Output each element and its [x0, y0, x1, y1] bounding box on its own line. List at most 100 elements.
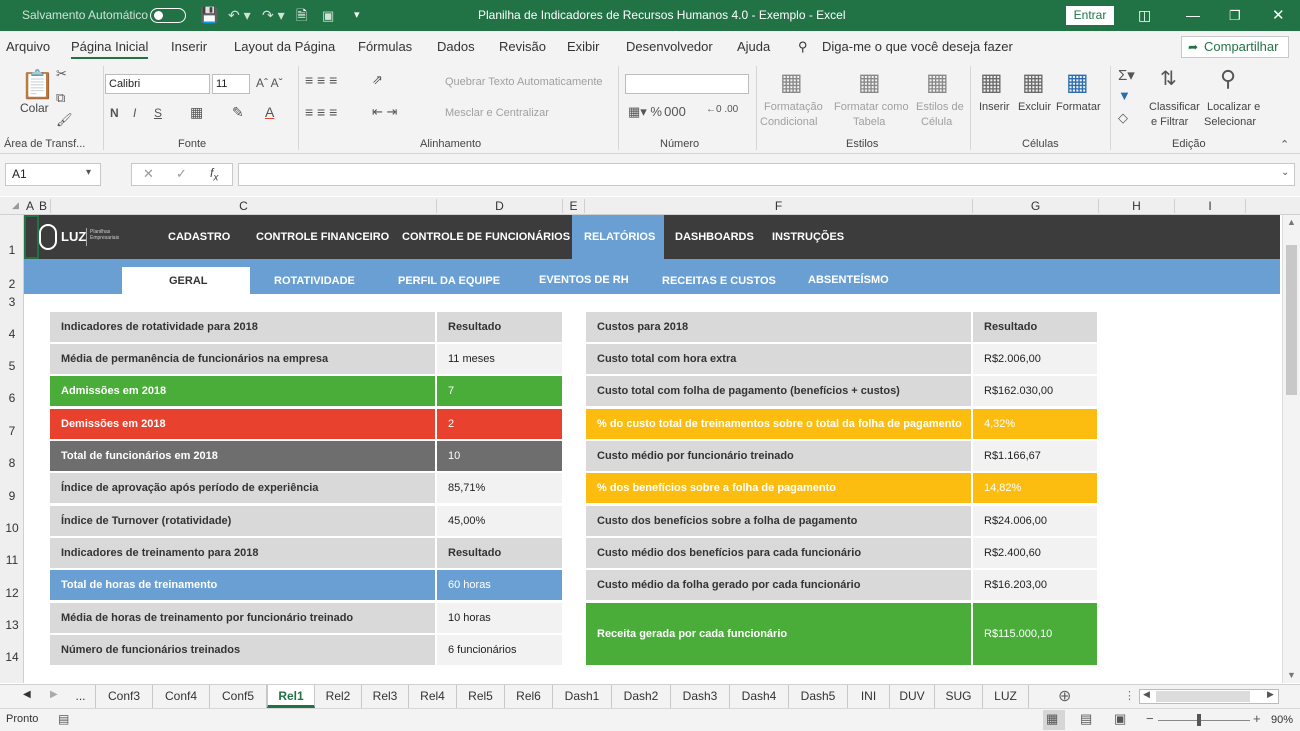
right-label[interactable]: Custo médio da folha gerado por cada fun… — [586, 570, 971, 600]
subnav-rotatividade[interactable]: ROTATIVIDADE — [274, 275, 355, 287]
right-label[interactable]: Receita gerada por cada funcionário — [586, 603, 971, 665]
sort-filter-icon[interactable]: ⇅ — [1160, 66, 1177, 91]
sheet-tab[interactable]: Rel2 — [315, 685, 362, 708]
sheet-tab[interactable]: Rel3 — [362, 685, 409, 708]
row-header[interactable]: 11 — [0, 553, 24, 567]
menu-exibir[interactable]: Exibir — [567, 39, 600, 54]
menu-inserir[interactable]: Inserir — [171, 39, 207, 54]
left-value[interactable]: 10 — [437, 441, 562, 471]
right-value[interactable]: R$2.006,00 — [973, 344, 1097, 374]
insert-cells-icon[interactable]: ▦ — [980, 68, 1003, 97]
menu-revisao[interactable]: Revisão — [499, 39, 546, 54]
sheet-tab[interactable]: Dash5 — [789, 685, 848, 708]
left-label[interactable]: Índice de Turnover (rotatividade) — [50, 506, 435, 536]
number-format-select[interactable] — [625, 74, 749, 94]
cell-styles-button[interactable]: Estilos de — [916, 101, 964, 113]
right-value[interactable]: Resultado — [973, 312, 1097, 342]
right-value[interactable]: 14,82% — [973, 473, 1097, 503]
sheet-tab[interactable]: Dash1 — [553, 685, 612, 708]
nav-cadastro[interactable]: CADASTRO — [168, 231, 230, 243]
conditional-format-icon[interactable]: ▦ — [780, 68, 803, 97]
row-header[interactable]: 3 — [0, 295, 24, 309]
column-header[interactable]: C — [50, 199, 436, 213]
right-label[interactable]: % do custo total de treinamentos sobre o… — [586, 409, 971, 439]
right-value[interactable]: R$1.166,67 — [973, 441, 1097, 471]
right-label[interactable]: % dos benefícios sobre a folha de pagame… — [586, 473, 971, 503]
left-label[interactable]: Demissões em 2018 — [50, 409, 435, 439]
menu-arquivo[interactable]: Arquivo — [6, 39, 50, 54]
row-header[interactable]: 13 — [0, 618, 24, 632]
wrap-text-button[interactable]: Quebrar Texto Automaticamente — [445, 76, 603, 88]
column-header[interactable]: D — [436, 199, 562, 213]
tab-next-icon[interactable]: ▶ — [50, 689, 58, 700]
borders-icon[interactable]: ▦ — [190, 104, 203, 121]
column-header[interactable]: E — [562, 199, 584, 213]
font-name-select[interactable]: Calibri — [105, 74, 210, 94]
right-label[interactable]: Custo médio por funcionário treinado — [586, 441, 971, 471]
right-value[interactable]: R$24.006,00 — [973, 506, 1097, 536]
form-icon[interactable]: 🗎 — [296, 0, 307, 31]
undo-icon[interactable]: ↶ ▾ — [228, 0, 251, 31]
normal-view-icon[interactable]: ▦ — [1046, 711, 1058, 727]
row-header[interactable]: 1 — [0, 243, 24, 257]
underline-icon[interactable]: S — [154, 106, 162, 120]
zoom-out-icon[interactable]: − — [1146, 711, 1154, 726]
insert-cells-button[interactable]: Inserir — [979, 101, 1010, 113]
sheet-tab[interactable]: Rel1 — [267, 685, 315, 708]
format-cells-icon[interactable]: ▦ — [1066, 68, 1089, 97]
sheet-tab[interactable]: Rel4 — [409, 685, 457, 708]
currency-icon[interactable]: ▦▾ % 000 — [628, 104, 686, 120]
column-header[interactable]: B — [36, 199, 50, 213]
restore-icon[interactable]: ❐ — [1229, 0, 1241, 31]
left-value[interactable]: 60 horas — [437, 570, 562, 600]
hscroll-left-icon[interactable]: ◀ — [1143, 689, 1150, 700]
hscroll-right-icon[interactable]: ▶ — [1267, 689, 1274, 700]
macro-record-icon[interactable]: ▤ — [58, 712, 69, 726]
right-value[interactable]: R$162.030,00 — [973, 376, 1097, 406]
format-painter-icon[interactable]: 🖌 — [56, 112, 73, 128]
redo-icon[interactable]: ↷ ▾ — [262, 0, 285, 31]
align-top-icon[interactable]: ≡ ≡ ≡ — [305, 72, 337, 88]
sign-in-button[interactable]: Entrar — [1066, 6, 1114, 25]
right-value[interactable]: R$115.000,10 — [973, 603, 1097, 665]
zoom-slider-thumb[interactable] — [1197, 714, 1201, 726]
tab-prev-icon[interactable]: ◀ — [23, 689, 31, 700]
row-header[interactable]: 12 — [0, 586, 24, 600]
right-label[interactable]: Custo total com hora extra — [586, 344, 971, 374]
sheet-tab[interactable]: Rel6 — [505, 685, 553, 708]
paste-icon[interactable]: 📋 — [20, 68, 55, 101]
format-table-button-line2[interactable]: Tabela — [853, 116, 885, 128]
format-table-icon[interactable]: ▦ — [858, 68, 881, 97]
right-value[interactable]: 4,32% — [973, 409, 1097, 439]
merge-center-button[interactable]: Mesclar e Centralizar — [445, 107, 549, 119]
font-size-select[interactable]: 11 — [212, 74, 250, 94]
sheet-tab[interactable]: LUZ — [983, 685, 1029, 708]
sort-filter-button[interactable]: Classificar — [1149, 101, 1200, 113]
left-label[interactable]: Total de funcionários em 2018 — [50, 441, 435, 471]
align-left-icon[interactable]: ≡ ≡ ≡ — [305, 104, 337, 120]
save-icon[interactable]: 💾 — [200, 0, 219, 31]
fill-icon[interactable]: ▼ — [1118, 88, 1131, 103]
right-value[interactable]: R$2.400,60 — [973, 538, 1097, 568]
clear-icon[interactable]: ◇ — [1118, 110, 1128, 126]
scroll-down-icon[interactable]: ▼ — [1287, 670, 1296, 680]
subnav-absenteismo[interactable]: ABSENTEÍSMO — [808, 274, 889, 286]
enter-icon[interactable]: ✓ — [176, 166, 187, 182]
menu-pagina-inicial[interactable]: Página Inicial — [71, 39, 149, 59]
sheet-tab[interactable]: Conf3 — [96, 685, 153, 708]
left-label[interactable]: Total de horas de treinamento — [50, 570, 435, 600]
page-layout-icon[interactable]: ▤ — [1080, 711, 1092, 727]
collapse-ribbon-icon[interactable]: ⌃ — [1280, 138, 1289, 151]
close-icon[interactable]: ✕ — [1272, 0, 1285, 31]
sheet-tab[interactable]: Rel5 — [457, 685, 505, 708]
left-value[interactable]: 45,00% — [437, 506, 562, 536]
autosave-toggle[interactable] — [150, 8, 186, 23]
qat-customize-icon[interactable]: ▾ — [354, 0, 360, 31]
ribbon-display-icon[interactable]: ◫ — [1138, 0, 1151, 31]
hscroll-thumb[interactable] — [1156, 691, 1250, 702]
name-box-dropdown-icon[interactable]: ▾ — [86, 167, 91, 178]
menu-layout[interactable]: Layout da Página — [234, 39, 335, 54]
row-header[interactable]: 2 — [0, 277, 24, 291]
menu-desenvolvedor[interactable]: Desenvolvedor — [626, 39, 713, 54]
sheet-tab[interactable]: SUG — [935, 685, 983, 708]
